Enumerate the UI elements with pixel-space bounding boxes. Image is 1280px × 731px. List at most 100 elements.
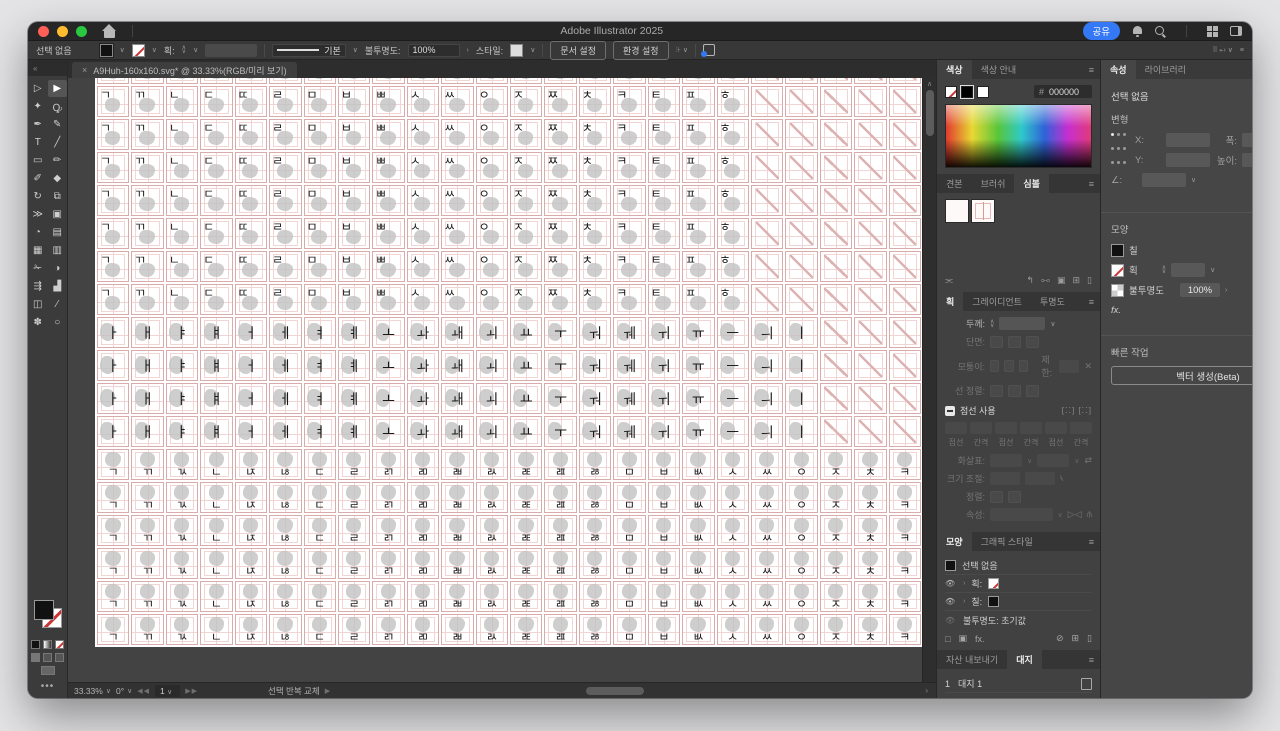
delete-symbol-icon[interactable]: ▯ (1087, 275, 1092, 286)
glyph-cell[interactable]: ㅄ (682, 482, 715, 513)
glyph-cell[interactable]: ㅘ (406, 416, 440, 447)
glyph-cell[interactable] (854, 185, 887, 216)
glyph-cell[interactable]: ㅈ (510, 218, 543, 249)
glyph-cell[interactable]: ㅌ (647, 218, 681, 249)
glyph-cell[interactable]: ㅁ (303, 86, 336, 117)
glyph-cell[interactable]: ㅑ (165, 350, 199, 381)
flip-along-icon[interactable]: ▷◁ (1068, 509, 1082, 520)
glyph-cell[interactable] (854, 251, 887, 282)
properties-opacity-field[interactable]: 100% (1179, 283, 1220, 297)
glyph-cell[interactable] (888, 284, 921, 315)
glyph-cell[interactable]: ㅍ (682, 78, 715, 84)
glyph-cell[interactable]: ㄹ (269, 185, 302, 216)
glyph-cell[interactable]: ㅈ (819, 449, 853, 480)
glyph-cell[interactable]: ㄼ (441, 482, 474, 513)
tab-appearance[interactable]: 모양 (937, 532, 972, 551)
glyph-cell[interactable]: ㅈ (510, 251, 543, 282)
glyph-cell[interactable]: ㄱ (97, 251, 130, 282)
glyph-cell[interactable]: ㅄ (682, 581, 715, 612)
glyph-cell[interactable]: ㅃ (372, 251, 405, 282)
vertical-scrollbar[interactable]: ∧ (922, 78, 936, 682)
glyph-cell[interactable] (750, 152, 784, 183)
glyph-cell[interactable]: ㄾ (510, 515, 543, 546)
glyph-cell[interactable]: ㅙ (441, 350, 474, 381)
glyph-cell[interactable] (819, 416, 853, 447)
panel-menu-icon[interactable]: ≡ (1089, 537, 1094, 547)
glyph-cell[interactable]: ㅖ (337, 350, 371, 381)
fullscreen-window-button[interactable] (76, 25, 87, 37)
glyph-cell[interactable]: ㅅ (716, 515, 749, 546)
dashed-line-checkbox[interactable] (945, 405, 955, 416)
glyph-cell[interactable]: ㅟ (647, 350, 681, 381)
glyph-cell[interactable] (750, 185, 784, 216)
glyph-cell[interactable]: ㄺ (372, 482, 405, 513)
glyph-cell[interactable]: ㄽ (475, 515, 508, 546)
glyph-cell[interactable]: ㅁ (613, 614, 646, 645)
flip-across-icon[interactable]: ⫛ (1087, 509, 1092, 520)
glyph-cell[interactable] (819, 284, 853, 315)
glyph-cell[interactable]: ㅂ (337, 185, 371, 216)
tab-stroke[interactable]: 획 (937, 292, 964, 311)
glyph-cell[interactable] (819, 317, 853, 348)
glyph-cell[interactable]: ㅞ (613, 416, 646, 447)
document-setup-button[interactable]: 문서 설정 (550, 40, 606, 60)
glyph-cell[interactable]: ㄹ (269, 119, 302, 150)
glyph-cell[interactable] (888, 119, 921, 150)
glyph-cell[interactable]: ㄶ (269, 581, 302, 612)
stroke-weight-stepper[interactable]: ∧ ∨ (182, 45, 186, 55)
glyph-cell[interactable]: ㅡ (716, 317, 749, 348)
limit-field[interactable] (1059, 359, 1080, 373)
glyph-cell[interactable] (785, 119, 818, 150)
glyph-cell[interactable]: ㄲ (131, 78, 164, 84)
glyph-cell[interactable]: ㄾ (510, 614, 543, 645)
glyph-cell[interactable]: ㅕ (303, 416, 336, 447)
glyph-cell[interactable]: ㅇ (785, 614, 818, 645)
glyph-cell[interactable]: ㄼ (441, 581, 474, 612)
panel-list-icon[interactable]: ≡ (1240, 47, 1244, 54)
glyph-cell[interactable]: ㅂ (647, 515, 681, 546)
glyph-cell[interactable]: ㅓ (234, 416, 268, 447)
glyph-cell[interactable]: ㅌ (647, 86, 681, 117)
glyph-cell[interactable]: ㅂ (647, 449, 681, 480)
color-none-swatch[interactable] (945, 85, 957, 98)
first-artboard-icon[interactable]: ◀◀ (137, 687, 150, 695)
appearance-header-row[interactable]: 선택 없음 (945, 557, 1092, 575)
glyph-cell[interactable]: ㄷ (200, 251, 233, 282)
glyph-cell[interactable]: ㅇ (785, 548, 818, 579)
glyph-cell[interactable]: ㄵ (234, 581, 268, 612)
notifications-bell-icon[interactable] (1132, 25, 1143, 37)
glyph-cell[interactable]: ㄲ (131, 515, 164, 546)
glyph-cell[interactable]: ㅝ (578, 317, 612, 348)
stroke-style-select[interactable]: 기본 (272, 43, 346, 57)
tab-symbols[interactable]: 심볼 (1014, 174, 1049, 193)
glyph-cell[interactable]: ㄿ (544, 515, 577, 546)
cap-round-button[interactable] (1008, 335, 1021, 348)
glyph-cell[interactable]: ㅇ (475, 152, 508, 183)
glyph-cell[interactable]: ㄷ (200, 185, 233, 216)
weight-field[interactable] (999, 317, 1046, 330)
glyph-cell[interactable] (819, 251, 853, 282)
glyph-cell[interactable]: ㅊ (854, 614, 887, 645)
glyph-cell[interactable]: ㅈ (510, 119, 543, 150)
glyph-cell[interactable] (854, 218, 887, 249)
glyph-cell[interactable]: ㄴ (200, 482, 233, 513)
glyph-cell[interactable]: ㄹ (337, 614, 371, 645)
glyph-cell[interactable]: ㅢ (750, 317, 784, 348)
glyph-cell[interactable]: ㅈ (510, 185, 543, 216)
glyph-cell[interactable]: ㅑ (165, 317, 199, 348)
glyph-cell[interactable]: ㅁ (303, 251, 336, 282)
align-outside-button[interactable] (1026, 384, 1039, 397)
glyph-cell[interactable]: ㅣ (785, 350, 818, 381)
tab-transparency[interactable]: 투명도 (1031, 292, 1074, 311)
opacity-field[interactable]: 100% (407, 43, 460, 57)
glyph-cell[interactable]: ㄲ (131, 581, 164, 612)
join-round-button[interactable] (1004, 360, 1014, 372)
glyph-cell[interactable] (785, 152, 818, 183)
next-artboard-icon[interactable]: ▶▶ (185, 687, 198, 695)
align-options-icon[interactable]: ⫶⊦ ∨ (676, 46, 688, 55)
glyph-cell[interactable]: ㅁ (613, 449, 646, 480)
glyph-cell[interactable]: ㅌ (647, 119, 681, 150)
glyph-cell[interactable] (819, 218, 853, 249)
glyph-cell[interactable]: ㅇ (475, 251, 508, 282)
break-link-icon[interactable]: ⧟ (1041, 275, 1050, 286)
